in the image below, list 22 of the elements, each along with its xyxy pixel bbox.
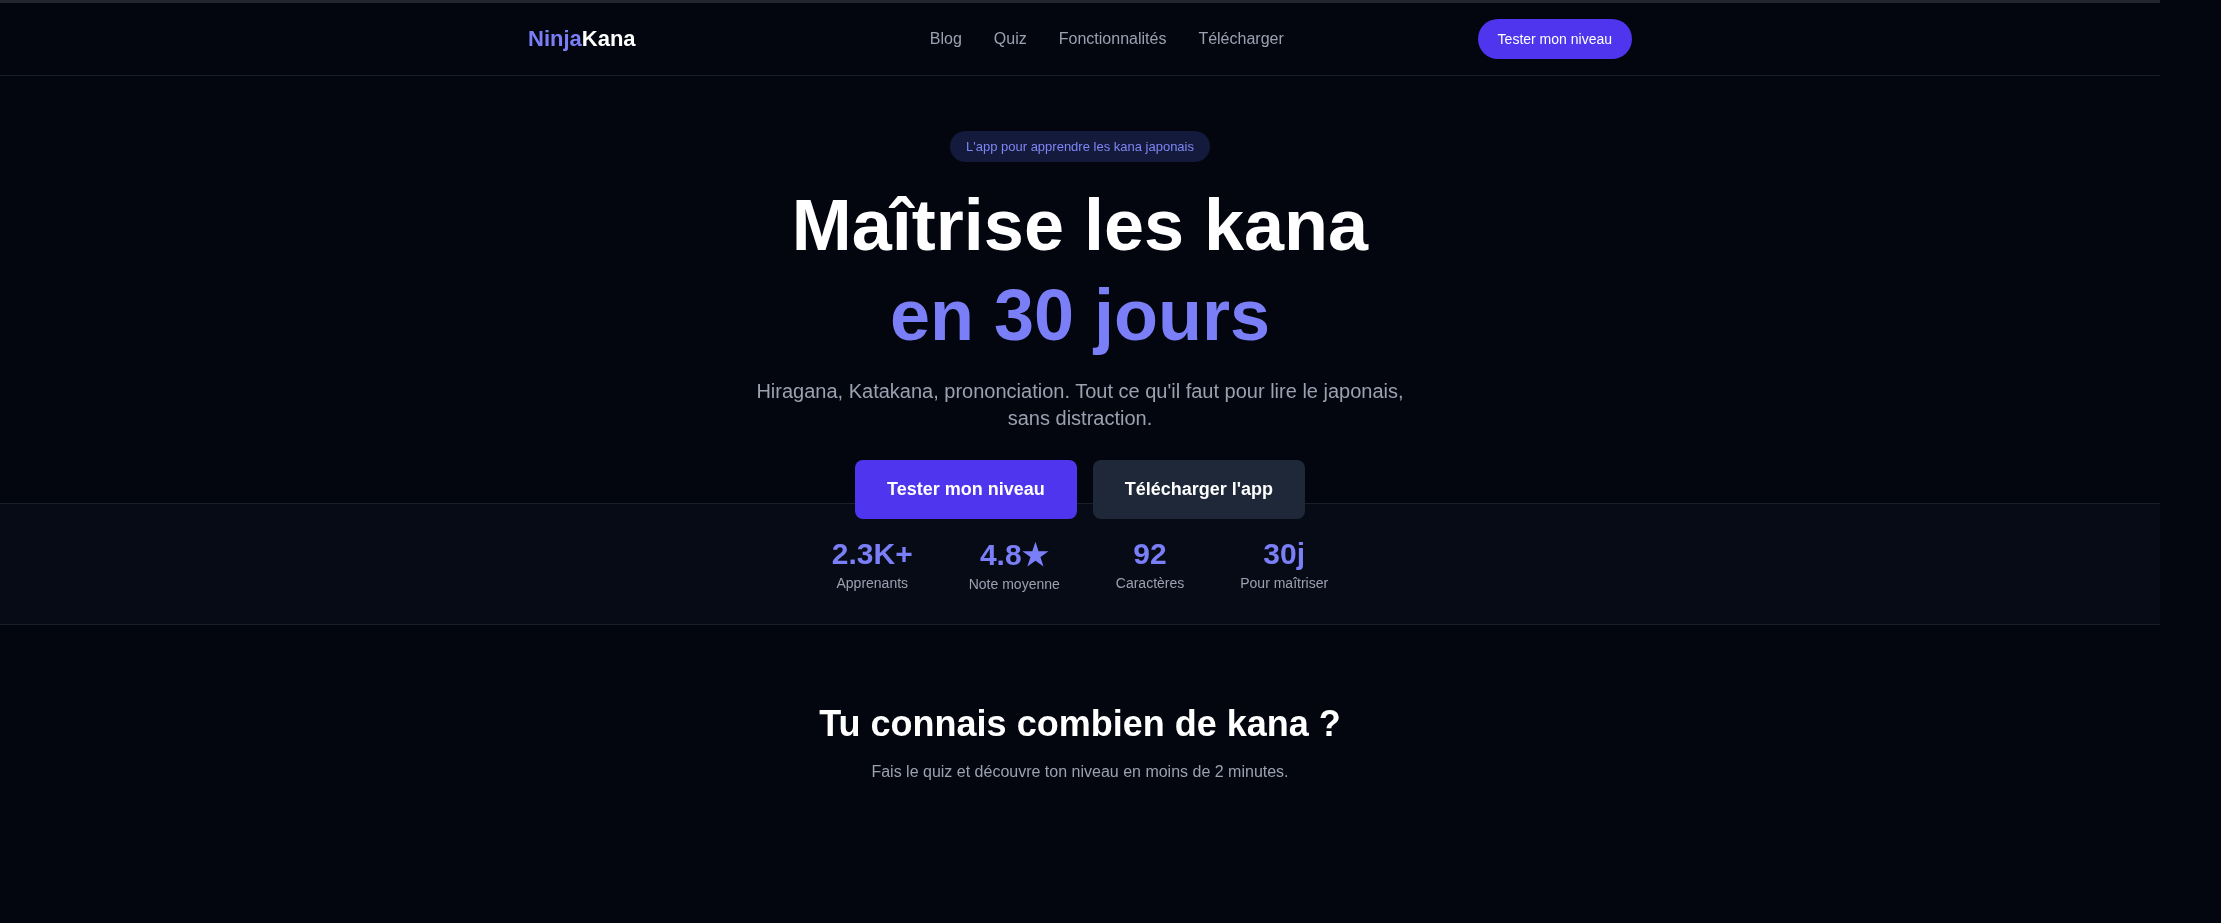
- nav-link[interactable]: Quiz: [993, 30, 1027, 48]
- stat-value: 30j: [1263, 536, 1306, 571]
- hero-title-accent: en 30 jours: [889, 274, 1271, 357]
- tagline-badge: L'app pour apprendre les kana japonais: [950, 131, 1210, 162]
- hero-subtitle: Hiragana, Katakana, prononciation. Tout ce qu'il faut pour lire le japonais, sans distraction.: [755, 379, 1405, 431]
- quiz-button[interactable]: Tester mon niveau: [854, 460, 1077, 519]
- nav-link[interactable]: Blog: [929, 30, 962, 48]
- stat-value: 2.3K+: [831, 536, 913, 571]
- cta-button[interactable]: Tester mon niveau: [1477, 19, 1632, 59]
- section-subtitle: Fais le quiz et découvre ton niveau en moins de 2 minutes.: [871, 763, 1289, 781]
- stat-label: Apprenants: [836, 574, 909, 591]
- nav-link[interactable]: Télécharger: [1198, 30, 1284, 48]
- stat-label: Note moyenne: [968, 575, 1060, 592]
- logo[interactable]: NinjaKana: [528, 26, 688, 52]
- stat-label: Pour maîtriser: [1240, 574, 1329, 591]
- stat-value: 92: [1133, 536, 1167, 571]
- stat-value: 4.8★: [979, 536, 1049, 572]
- download-button[interactable]: Télécharger l'app: [1092, 460, 1306, 519]
- stat-label: Caractères: [1115, 574, 1185, 591]
- nav-link[interactable]: Fonctionnalités: [1058, 30, 1167, 48]
- hero-title: Maîtrise les kana: [791, 184, 1369, 267]
- section-title: Tu connais combien de kana ?: [819, 703, 1341, 745]
